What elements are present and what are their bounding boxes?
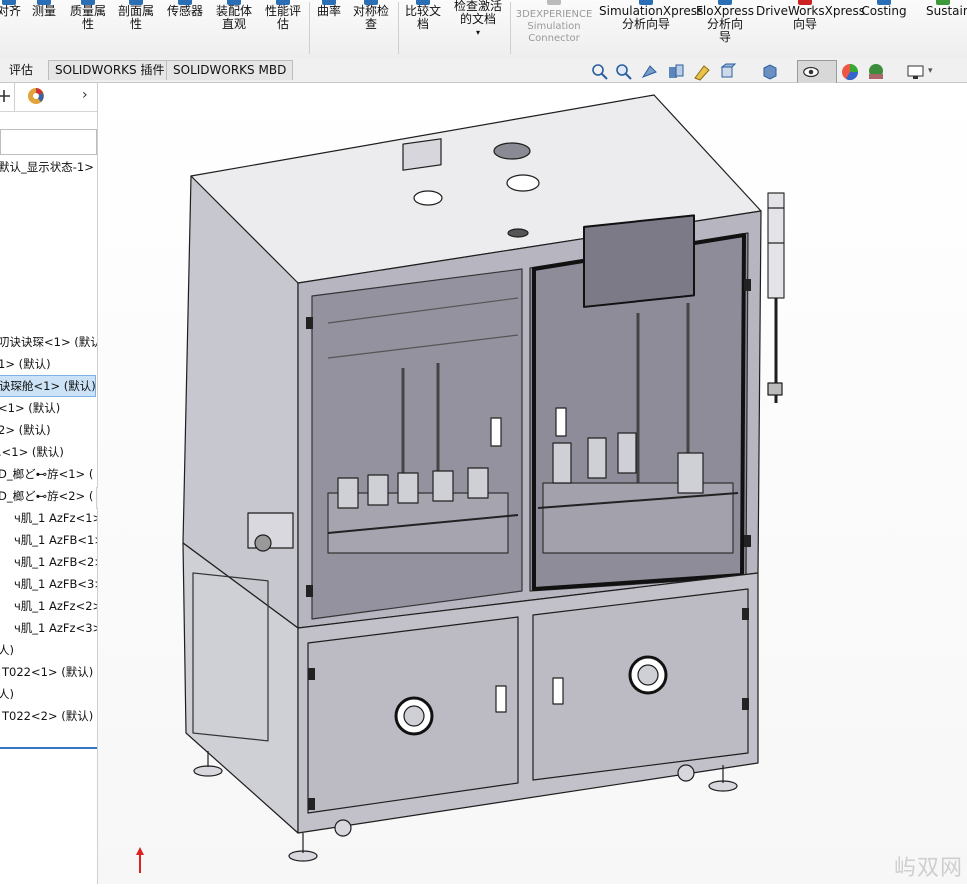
ribbon-separator [309, 2, 310, 54]
display-manager-icon[interactable] [26, 86, 46, 106]
symmetry-check-button[interactable]: 对称检 查 [347, 0, 395, 31]
dynamic-annotation-icon[interactable] [692, 62, 712, 82]
coordinate-triad-icon [136, 847, 144, 873]
view-settings-icon[interactable] [906, 62, 926, 82]
tab-solidworks-mbd[interactable]: SOLIDWORKS MBD [166, 60, 294, 80]
dimxpert-icon[interactable] [0, 88, 12, 104]
mass-properties-button[interactable]: 质量属 性 [63, 0, 113, 31]
eye-icon [803, 66, 819, 78]
tower-light [767, 192, 785, 299]
assembly-visualization-button[interactable]: 装配体 直观 [211, 0, 257, 31]
panel-next-arrow-icon[interactable]: › [82, 87, 88, 103]
panel-divider [0, 747, 97, 749]
assembly-model [136, 94, 785, 873]
performance-evaluation-button[interactable]: 性能评 估 [260, 0, 306, 31]
tree-item[interactable]: 1> (默认) [0, 354, 51, 374]
previous-view-icon[interactable] [640, 62, 660, 82]
apply-scene-icon[interactable] [866, 62, 886, 82]
tab-evaluate[interactable]: 评估 [2, 60, 40, 80]
tree-item[interactable]: ч肌_1 AzFz<1> [14, 508, 97, 528]
costing-button[interactable]: Costing [858, 0, 910, 18]
dropdown-arrow-icon: ▾ [475, 28, 480, 37]
tree-item[interactable]: T022<2> (默认) [2, 706, 93, 726]
tab-solidworks-addins[interactable]: SOLIDWORKS 插件 [48, 60, 172, 80]
curvature-button[interactable]: 曲率 [312, 0, 346, 18]
tree-item[interactable]: ч肌_1 AzFB<1> [14, 530, 97, 550]
panel-toolbar: › [0, 83, 97, 112]
command-manager-ribbon: 对齐 测量 质量属 性 剖面属 性 传感器 装配体 直观 性能评 估 曲率 对称… [0, 0, 967, 59]
display-style-icon[interactable] [760, 62, 780, 82]
tree-item[interactable]: ч肌_1 AzFz<3> [14, 618, 97, 638]
simulation-connector-button[interactable]: 3DEXPERIENCE Simulation Connector [512, 0, 596, 45]
view-orientation-icon[interactable] [718, 62, 738, 82]
tree-item[interactable]: 2> (默认) [0, 420, 51, 440]
tree-item[interactable]: 人) [0, 640, 14, 660]
floxpress-button[interactable]: FloXpress 分析向 导 [696, 0, 754, 44]
tree-item[interactable]: ч肌_1 AzFB<2> [14, 552, 97, 572]
tree-item[interactable]: D_榔ど⊷斿<2> ( [0, 486, 93, 506]
tree-item[interactable]: D_榔ど⊷斿<1> ( [0, 464, 93, 484]
tree-filter-input[interactable] [0, 129, 97, 155]
edit-appearance-icon[interactable] [840, 62, 860, 82]
view-settings-dropdown-icon[interactable]: ▾ [928, 66, 933, 76]
sensor-button[interactable]: 传感器 [162, 0, 208, 18]
simulation-connector-icon [547, 0, 561, 5]
check-active-document-button[interactable]: 检查激活 的文档 ▾ [449, 0, 507, 39]
section-view-icon[interactable] [666, 62, 686, 82]
graphics-viewport[interactable] [98, 83, 967, 884]
ribbon-separator [398, 2, 399, 54]
ribbon-separator [510, 2, 511, 54]
zoom-to-fit-icon[interactable] [590, 62, 610, 82]
tree-item[interactable]: .<1> (默认) [0, 442, 64, 462]
tree-item[interactable]: ч肌_1 AzFB<3> [14, 574, 97, 594]
hide-show-items-button[interactable] [797, 60, 837, 84]
measure-button[interactable]: 测量 [27, 0, 61, 18]
tree-item[interactable]: <1> (默认) [0, 398, 60, 418]
driveworksxpress-button[interactable]: DriveWorksXpress 向导 [756, 0, 865, 31]
watermark: 屿双网 [893, 856, 963, 881]
tree-item[interactable]: T022<1> (默认) [2, 662, 93, 682]
tree-item[interactable]: 人) [0, 684, 14, 704]
tree-item[interactable]: 叨诀诀琛<1> (默认 [0, 332, 97, 352]
tree-item[interactable]: 默认_显示状态-1> [0, 157, 94, 177]
simulationxpress-button[interactable]: SimulationXpress 分析向导 [599, 0, 703, 31]
tree-item-selected[interactable]: 诀琛舱<1> (默认) [0, 375, 96, 397]
section-properties-button[interactable]: 剖面属 性 [113, 0, 159, 31]
sustainability-button[interactable]: Sustain [926, 0, 967, 18]
tree-item[interactable]: ч肌_1 AzFz<2> [14, 596, 97, 616]
align-button[interactable]: 对齐 [0, 0, 22, 18]
compare-documents-button[interactable]: 比较文 档 [400, 0, 446, 31]
toolbar-divider [14, 83, 15, 111]
zoom-area-icon[interactable] [614, 62, 634, 82]
feature-manager-panel: › 默认_显示状态-1> 叨诀诀琛<1> (默认 1> (默认) 诀琛舱<1> … [0, 83, 98, 884]
